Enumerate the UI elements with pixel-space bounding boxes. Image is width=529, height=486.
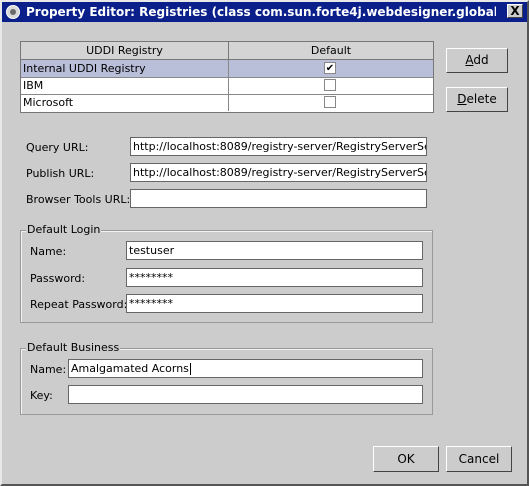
- table-row[interactable]: Internal UDDI Registry ✔: [21, 60, 433, 78]
- business-name-field[interactable]: Amalgamated Acorns: [68, 359, 423, 378]
- password-label: Password:: [30, 272, 86, 285]
- add-button[interactable]: Add: [446, 48, 508, 73]
- add-button-label: Add: [465, 53, 489, 67]
- registry-name: Microsoft: [23, 96, 74, 109]
- default-checkbox[interactable]: ✔: [324, 62, 336, 74]
- text-caret: [189, 363, 191, 375]
- default-checkbox[interactable]: [324, 79, 336, 91]
- column-header-default[interactable]: Default: [229, 42, 433, 59]
- app-icon: [6, 5, 20, 19]
- table-header: UDDI Registry Default: [21, 42, 433, 60]
- table-row[interactable]: IBM: [21, 77, 433, 95]
- title-bar[interactable]: Property Editor: Registries (class com.s…: [2, 2, 527, 22]
- column-divider: [228, 60, 229, 77]
- business-key-field[interactable]: [68, 385, 423, 404]
- repeat-password-field[interactable]: ********: [126, 294, 423, 313]
- browser-tools-url-field[interactable]: [130, 189, 427, 208]
- registry-name: Internal UDDI Registry: [23, 62, 146, 75]
- ok-button[interactable]: OK: [373, 446, 439, 472]
- checkmark-icon: ✔: [325, 63, 335, 74]
- business-name-label: Name:: [30, 363, 67, 376]
- publish-url-label: Publish URL:: [26, 167, 95, 180]
- password-field[interactable]: ********: [126, 268, 423, 287]
- column-divider: [228, 77, 229, 94]
- close-button[interactable]: X: [507, 4, 523, 18]
- column-header-uddi-registry[interactable]: UDDI Registry: [21, 42, 229, 59]
- business-name-value: Amalgamated Acorns: [71, 362, 189, 375]
- delete-button[interactable]: Delete: [446, 87, 508, 112]
- login-name-label: Name:: [30, 245, 67, 258]
- table-row[interactable]: Microsoft: [21, 94, 433, 111]
- login-name-field[interactable]: testuser: [126, 241, 423, 260]
- column-divider: [228, 94, 229, 111]
- repeat-password-label: Repeat Password:: [30, 298, 128, 311]
- cancel-button[interactable]: Cancel: [446, 446, 512, 472]
- default-login-title: Default Login: [26, 223, 102, 236]
- property-editor-dialog: Property Editor: Registries (class com.s…: [0, 0, 529, 486]
- browser-tools-url-label: Browser Tools URL:: [26, 193, 131, 206]
- registry-table: UDDI Registry Default Internal UDDI Regi…: [20, 41, 434, 113]
- default-checkbox[interactable]: [324, 96, 336, 108]
- business-key-label: Key:: [30, 389, 53, 402]
- query-url-field[interactable]: http://localhost:8089/registry-server/Re…: [130, 137, 427, 156]
- publish-url-field[interactable]: http://localhost:8089/registry-server/Re…: [130, 163, 427, 182]
- registry-name: IBM: [23, 79, 44, 92]
- query-url-label: Query URL:: [26, 141, 89, 154]
- window-title: Property Editor: Registries (class com.s…: [26, 5, 496, 19]
- delete-button-label: Delete: [457, 92, 497, 106]
- default-business-title: Default Business: [26, 341, 121, 354]
